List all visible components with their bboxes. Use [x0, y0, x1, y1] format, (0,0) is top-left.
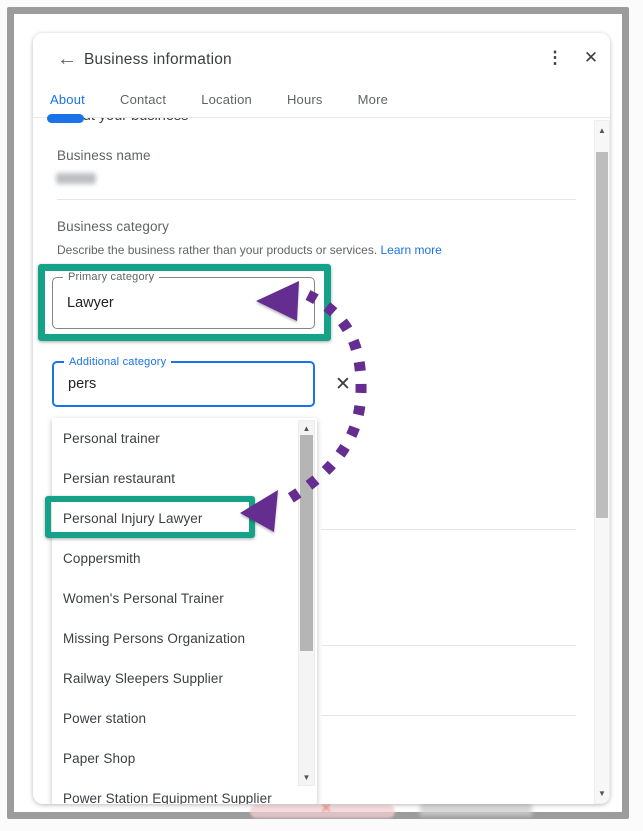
- dropdown-item[interactable]: Women's Personal Trainer: [52, 578, 317, 618]
- category-description: Describe the business rather than your p…: [57, 243, 442, 257]
- additional-category-field-label: Additional category: [64, 356, 171, 368]
- dropdown-item[interactable]: Persian restaurant: [52, 458, 317, 498]
- dropdown-item[interactable]: Missing Persons Organization: [52, 618, 317, 658]
- clear-input-icon[interactable]: ✕: [331, 373, 355, 397]
- scroll-down-icon[interactable]: ▼: [595, 789, 609, 798]
- business-category-label: Business category: [57, 219, 169, 234]
- tab-bar: About Contact Location Hours More: [47, 90, 391, 109]
- active-tab-indicator: [47, 114, 84, 123]
- primary-category-field-label: Primary category: [63, 271, 159, 283]
- divider: [321, 645, 576, 646]
- primary-category-value: Lawyer: [53, 295, 114, 311]
- primary-category-field[interactable]: Primary category Lawyer: [52, 277, 315, 329]
- category-suggestions-dropdown: Personal trainer Persian restaurant Pers…: [52, 418, 317, 804]
- dropdown-item[interactable]: Railway Sleepers Supplier: [52, 658, 317, 698]
- business-name-value-redacted: [56, 173, 96, 184]
- dropdown-item[interactable]: Personal trainer: [52, 418, 317, 458]
- dropdown-item[interactable]: Power station: [52, 698, 317, 738]
- screenshot-stage: ✕ ← Business information ⋮ ✕ About Conta…: [0, 0, 643, 831]
- dialog-header: ← Business information ⋮ ✕ About Contact…: [33, 33, 610, 118]
- dropdown-item-personal-injury-lawyer[interactable]: Personal Injury Lawyer: [52, 498, 317, 538]
- tab-more[interactable]: More: [355, 90, 391, 109]
- dropdown-item[interactable]: Power Station Equipment Supplier: [52, 778, 317, 804]
- divider: [321, 715, 576, 716]
- category-description-text: Describe the business rather than your p…: [57, 243, 380, 257]
- overflow-menu-icon[interactable]: ⋮: [543, 46, 567, 70]
- additional-category-value: pers: [54, 376, 96, 392]
- scroll-down-icon[interactable]: ▼: [299, 773, 314, 782]
- divider: [321, 529, 576, 530]
- close-icon[interactable]: ✕: [579, 46, 603, 70]
- business-name-label: Business name: [57, 148, 151, 163]
- additional-category-field[interactable]: Additional category pers: [52, 361, 315, 407]
- dropdown-scrollbar-thumb[interactable]: [300, 435, 313, 651]
- scroll-up-icon[interactable]: ▲: [299, 424, 314, 433]
- dropdown-scrollbar[interactable]: ▲ ▼: [298, 420, 315, 786]
- dialog-content: About your business Business name Busine…: [33, 118, 610, 804]
- dropdown-item[interactable]: Coppersmith: [52, 538, 317, 578]
- tab-contact[interactable]: Contact: [117, 90, 169, 109]
- divider: [57, 199, 576, 200]
- tab-about[interactable]: About: [47, 90, 88, 109]
- scroll-up-icon[interactable]: ▲: [595, 126, 609, 135]
- dropdown-item[interactable]: Paper Shop: [52, 738, 317, 778]
- redacted-blur-box: [420, 803, 532, 816]
- dialog-title: Business information: [84, 51, 232, 69]
- dialog-scrollbar[interactable]: ▲ ▼: [594, 120, 610, 804]
- back-arrow-icon[interactable]: ←: [55, 47, 79, 71]
- tab-location[interactable]: Location: [198, 90, 255, 109]
- tab-hours[interactable]: Hours: [284, 90, 326, 109]
- dialog-scrollbar-thumb[interactable]: [596, 152, 608, 518]
- learn-more-link[interactable]: Learn more: [380, 243, 441, 257]
- business-information-dialog: ← Business information ⋮ ✕ About Contact…: [33, 33, 610, 804]
